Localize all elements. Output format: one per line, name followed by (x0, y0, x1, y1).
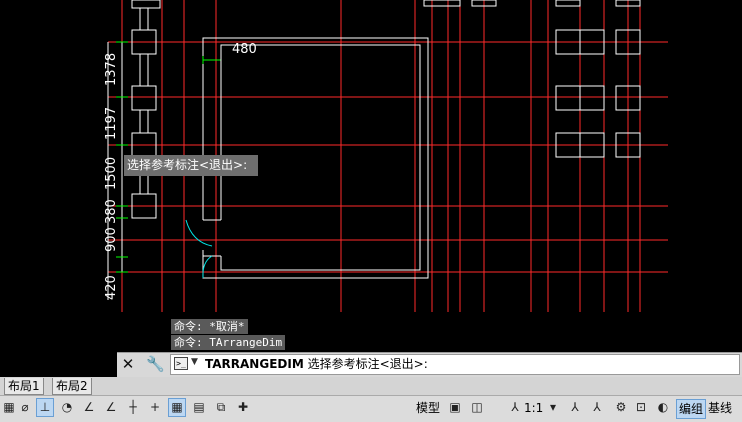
dimension-label: 1378 (104, 52, 119, 86)
layout-icon[interactable]: ▣ (446, 398, 464, 417)
object-snap-icon[interactable]: ∠ (80, 398, 98, 417)
columns (131, 0, 641, 219)
tab-layout-2[interactable]: 布局2 (52, 378, 92, 395)
dynamic-input-icon[interactable]: + (146, 398, 164, 417)
close-icon[interactable]: ✕ (120, 355, 136, 373)
polar-tracking-icon[interactable]: ◔ (58, 398, 76, 417)
command-history-line: 命令: *取消* (171, 319, 248, 334)
dimension-label: 380 (104, 199, 119, 224)
command-prompt: 选择参考标注<退出>: (307, 357, 428, 371)
gear-icon[interactable]: ⚙ (612, 398, 630, 417)
model-button[interactable]: 模型 (416, 399, 440, 417)
command-history-line: 命令: TArrangeDim (171, 335, 286, 350)
annotation-monitor-icon[interactable]: ✚ (234, 398, 252, 417)
column (423, 0, 461, 7)
door (185, 219, 213, 279)
ortho-mode-icon[interactable]: ⊥ (36, 398, 54, 417)
selection-cycling-icon[interactable]: ⧉ (212, 398, 230, 417)
command-name: TARRANGEDIM (205, 357, 304, 371)
lineweight-icon[interactable]: ▦ (168, 398, 186, 417)
chevron-down-icon[interactable]: ▼ (191, 357, 198, 367)
layout-tab-strip (0, 377, 742, 395)
annotation-visibility-icon[interactable]: ⅄ (566, 398, 584, 417)
baseline-toggle[interactable]: 基线 (708, 399, 732, 417)
command-prompt-icon[interactable]: >_ (174, 357, 188, 370)
tab-layout-1[interactable]: 布局1 (4, 378, 44, 395)
snap-tracking-icon[interactable]: ∠ (102, 398, 120, 417)
lock-icon[interactable]: ⊡ (632, 398, 650, 417)
command-line-text: TARRANGEDIM 选择参考标注<退出>: (205, 355, 428, 373)
snap-mode-icon[interactable]: ⌀ (16, 398, 34, 417)
door-arc (202, 255, 213, 279)
edit-group-toggle[interactable]: 编组 (676, 399, 707, 419)
column (131, 0, 161, 9)
drawing-canvas[interactable]: 1378 1197 1500 380 900 420 480 选择参考标注<退出… (0, 0, 742, 352)
annotation-scale-value[interactable]: 1:1 (524, 399, 543, 417)
annotation-scale-icon[interactable]: ⅄ (506, 398, 524, 417)
wrench-icon[interactable]: 🔧 (146, 354, 165, 374)
quick-view-icon[interactable]: ◫ (468, 398, 486, 417)
dimension-label: 900 (104, 227, 119, 252)
column (555, 0, 581, 7)
auto-scale-icon[interactable]: ⅄ (588, 398, 606, 417)
dimension-label: 420 (104, 275, 119, 300)
column (131, 85, 157, 111)
dimension-label: 480 (232, 42, 257, 57)
dimension-label: 1197 (104, 106, 119, 140)
door-arc (185, 219, 213, 247)
prompt-tooltip: 选择参考标注<退出>: (124, 155, 258, 176)
dimension-label: 1500 (104, 156, 119, 190)
quick-properties-icon[interactable]: ▤ (190, 398, 208, 417)
chevron-down-icon[interactable]: ▾ (544, 398, 562, 417)
hardware-acceleration-icon[interactable]: ◐ (654, 398, 672, 417)
dynamic-ucs-icon[interactable]: ┼ (124, 398, 142, 417)
